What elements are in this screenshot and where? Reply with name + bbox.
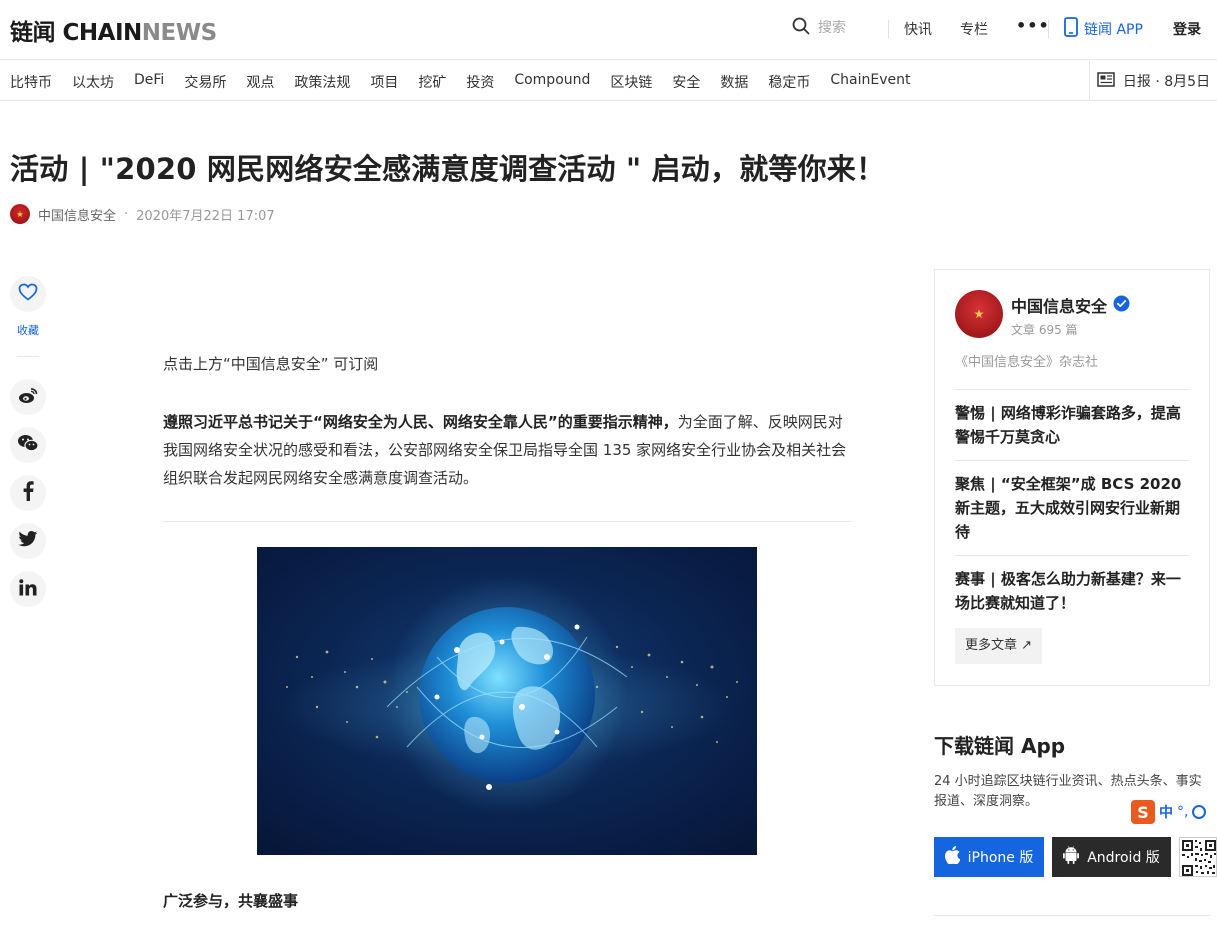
- android-icon: [1063, 846, 1080, 868]
- search-box[interactable]: [792, 17, 888, 39]
- card-author-name[interactable]: 中国信息安全: [1011, 293, 1107, 317]
- iphone-label: iPhone 版: [967, 850, 1034, 866]
- apple-icon: [944, 846, 961, 868]
- author-card: ★ 中国信息安全 文章 695 篇 《中国信息安全》杂志社 警惕 | 网络博彩诈…: [934, 269, 1210, 686]
- author-avatar[interactable]: ★: [10, 204, 30, 224]
- meta-separator: ·: [124, 206, 129, 222]
- more-articles-button[interactable]: 更多文章 ↗: [955, 628, 1043, 664]
- category-item[interactable]: 以太坊: [72, 72, 114, 92]
- app-download-link[interactable]: 链闻 APP: [1064, 17, 1143, 41]
- login-link[interactable]: 登录: [1173, 19, 1201, 39]
- related-article-link[interactable]: 聚焦 | “安全框架”成 BCS 2020 新主题，五大成效引网安行业新期待: [955, 460, 1189, 555]
- category-item[interactable]: 项目: [370, 72, 398, 92]
- nav-column[interactable]: 专栏: [960, 19, 988, 39]
- weibo-icon: [18, 387, 38, 408]
- author-info-text: 中国信息安全 文章 695 篇: [1011, 290, 1130, 338]
- category-nav: 比特币 以太坊 DeFi 交易所 观点 政策法规 项目 挖矿 投资 Compound 区块链 安全 数据…: [0, 61, 1217, 101]
- ime-logo-icon: S: [1131, 800, 1155, 824]
- wechat-icon: [17, 434, 39, 456]
- paragraph-emphasis: 遵照习近平总书记关于“网络安全为人民、网络安全靠人民”的重要指示精神，: [163, 413, 678, 431]
- linkedin-icon: [19, 578, 37, 600]
- site-logo[interactable]: 链闻 CHAINNEWS: [10, 13, 217, 47]
- category-item[interactable]: 区块链: [610, 72, 652, 92]
- category-item[interactable]: 交易所: [184, 72, 226, 92]
- publish-time: 2020年7月22日 17:07: [136, 208, 275, 224]
- content-divider: [163, 521, 851, 522]
- header-divider: [888, 20, 889, 38]
- star-icon: ★: [973, 307, 985, 321]
- ime-mode[interactable]: 中: [1159, 802, 1173, 822]
- download-qr-code: [1179, 837, 1217, 877]
- article-count: 文章 695 篇: [1011, 323, 1078, 337]
- android-download-button[interactable]: Android 版: [1052, 837, 1171, 877]
- verified-icon: [1113, 295, 1130, 316]
- search-icon[interactable]: [792, 17, 810, 39]
- ime-emoji-icon[interactable]: [1192, 805, 1207, 819]
- category-list: 比特币 以太坊 DeFi 交易所 观点 政策法规 项目 挖矿 投资 Compound 区块链 安全 数据…: [10, 72, 911, 92]
- category-item[interactable]: 投资: [466, 72, 494, 92]
- share-weibo-button[interactable]: [10, 379, 46, 415]
- article-body: 点击上方“中国信息安全” 可订阅 遵照习近平总书记关于“网络安全为人民、网络安全…: [163, 350, 851, 492]
- category-item[interactable]: 比特币: [10, 72, 52, 92]
- nav-flash[interactable]: 快讯: [904, 19, 932, 39]
- favorite-label: 收藏: [17, 324, 39, 337]
- category-item[interactable]: Compound: [514, 72, 590, 92]
- author-name[interactable]: 中国信息安全: [38, 205, 116, 224]
- ime-toolbar[interactable]: S 中 °,: [1131, 798, 1217, 826]
- article-paragraph: 遵照习近平总书记关于“网络安全为人民、网络安全靠人民”的重要指示精神，为全面了解…: [163, 408, 851, 492]
- related-article-link[interactable]: 赛事 | 极客怎么助力新基建？来一场比赛就知道了！: [955, 555, 1189, 626]
- category-item[interactable]: 数据: [720, 72, 748, 92]
- more-menu-button[interactable]: •••: [1016, 16, 1050, 35]
- twitter-icon: [18, 531, 38, 551]
- related-article-link[interactable]: 警惕 | 网络博彩诈骗套路多，提高警惕千万莫贪心: [955, 389, 1189, 460]
- category-item[interactable]: 政策法规: [294, 72, 350, 92]
- card-author-name-row: 中国信息安全: [1011, 293, 1130, 317]
- category-item[interactable]: 安全: [672, 72, 700, 92]
- download-title: 下载链闻 App: [934, 734, 1066, 758]
- sidebar-divider: [17, 356, 39, 357]
- article-title: 活动 | "2020 网民网络安全感满意度调查活动 " 启动，就等你来！: [10, 152, 886, 186]
- android-label: Android 版: [1087, 850, 1160, 866]
- category-item[interactable]: 挖矿: [418, 72, 446, 92]
- phone-icon: [1064, 17, 1078, 41]
- subscribe-hint: 点击上方“中国信息安全” 可订阅: [163, 355, 379, 373]
- logo-news: NEWS: [141, 20, 217, 46]
- category-item[interactable]: DeFi: [134, 72, 164, 92]
- author-info[interactable]: ★ 中国信息安全 文章 695 篇: [955, 290, 1130, 338]
- facebook-icon: [22, 481, 34, 505]
- favorite-button[interactable]: [10, 276, 46, 312]
- iphone-download-button[interactable]: iPhone 版: [934, 837, 1044, 877]
- site-header: 链闻 CHAINNEWS 快讯 专栏 ••• 链闻 APP 登录: [0, 0, 1217, 60]
- share-wechat-button[interactable]: [10, 427, 46, 463]
- category-item[interactable]: 观点: [246, 72, 274, 92]
- ime-punctuation[interactable]: °,: [1177, 804, 1188, 820]
- search-input[interactable]: [818, 20, 888, 36]
- logo-chain: CHAIN: [62, 20, 143, 46]
- share-facebook-button[interactable]: [10, 475, 46, 511]
- newspaper-icon: [1097, 71, 1115, 91]
- author-description: 《中国信息安全》杂志社: [955, 355, 1099, 370]
- daily-report-label: 日报 · 8月5日: [1122, 74, 1211, 90]
- logo-cn: 链闻: [10, 20, 56, 46]
- share-sidebar: 收藏: [10, 276, 46, 619]
- article-image: [257, 547, 757, 855]
- globe-network-illustration: [257, 547, 757, 855]
- heart-icon: [18, 283, 38, 305]
- author-avatar-large[interactable]: ★: [955, 290, 1003, 338]
- app-link-label: 链闻 APP: [1084, 22, 1143, 38]
- category-item[interactable]: 稳定币: [768, 72, 810, 92]
- sidebar-bottom-divider: [934, 915, 1210, 916]
- daily-report-link[interactable]: 日报 · 8月5日: [1089, 61, 1217, 101]
- article-meta: ★ 中国信息安全 · 2020年7月22日 17:07: [10, 204, 275, 224]
- share-linkedin-button[interactable]: [10, 571, 46, 607]
- related-articles: 警惕 | 网络博彩诈骗套路多，提高警惕千万莫贪心 聚焦 | “安全框架”成 BCS…: [955, 389, 1189, 626]
- article-subheading: 广泛参与，共襄盛事: [163, 892, 299, 910]
- share-twitter-button[interactable]: [10, 523, 46, 559]
- header-divider: [1048, 20, 1049, 38]
- category-item[interactable]: ChainEvent: [830, 72, 910, 92]
- star-icon: ★: [16, 209, 24, 219]
